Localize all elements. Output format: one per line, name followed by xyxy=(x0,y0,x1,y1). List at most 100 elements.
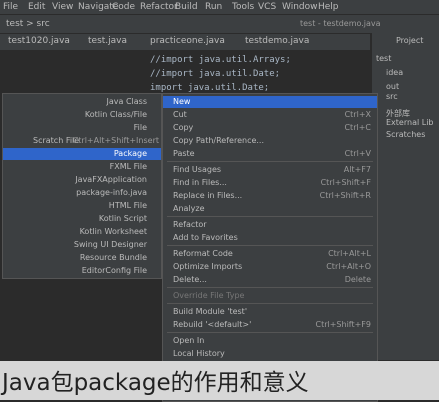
project-tree-item[interactable]: Scratches xyxy=(386,130,425,139)
code-line: //import java.util.Date; xyxy=(150,69,281,79)
context-menu-item[interactable]: Open In xyxy=(163,335,377,347)
menu-item-label: Kotlin Script xyxy=(98,214,147,223)
caption-banner: Java包package的作用和意义 xyxy=(0,361,439,400)
context-menu-item[interactable]: Refactor xyxy=(163,219,377,231)
context-menu: New Cut Ctrl+X Copy Ctrl+C Copy Path/Referenc… xyxy=(162,93,378,402)
menu-item-shortcut: Ctrl+Alt+O xyxy=(326,262,371,271)
menu-refactor[interactable]: Refactor xyxy=(140,2,178,12)
menu-window[interactable]: Window xyxy=(282,2,318,12)
new-submenu-item[interactable]: Swing UI Designer xyxy=(3,239,161,251)
context-menu-item[interactable]: New xyxy=(163,96,377,108)
menu-item-label: FXML File xyxy=(109,162,147,171)
menu-item-label: Refactor xyxy=(173,220,207,229)
menu-run[interactable]: Run xyxy=(205,2,222,12)
editor-tab[interactable]: test.java xyxy=(88,36,127,46)
context-menu-item[interactable]: Copy Ctrl+C xyxy=(163,122,377,134)
menu-vcs[interactable]: VCS xyxy=(258,2,276,12)
context-menu-item[interactable]: Cut Ctrl+X xyxy=(163,109,377,121)
menu-item-label: Swing UI Designer xyxy=(73,240,147,249)
context-menu-item[interactable]: Find Usages Alt+F7 xyxy=(163,164,377,176)
menu-separator xyxy=(167,303,373,304)
menu-item-label: Override File Type xyxy=(173,291,245,300)
new-submenu-item[interactable]: JavaFXApplication xyxy=(3,174,161,186)
menu-item-label: Kotlin Worksheet xyxy=(79,227,147,236)
menu-item-label: Open In xyxy=(173,336,205,345)
new-submenu-item[interactable]: Kotlin Class/File xyxy=(3,109,161,121)
context-menu-item[interactable]: Paste Ctrl+V xyxy=(163,148,377,160)
new-submenu-item[interactable]: Package xyxy=(3,148,161,160)
new-submenu: Java Class Kotlin Class/File File Scratch F… xyxy=(2,93,162,279)
context-menu-item[interactable]: Optimize Imports Ctrl+Alt+O xyxy=(163,261,377,273)
caption-text: Java包package的作用和意义 xyxy=(2,370,309,396)
context-menu-item[interactable]: Rebuild '<default>' Ctrl+Shift+F9 xyxy=(163,319,377,331)
new-submenu-item[interactable]: Scratch File Ctrl+Alt+Shift+Insert xyxy=(3,135,161,147)
menu-item-label: JavaFXApplication xyxy=(75,175,147,184)
context-menu-item[interactable]: Replace in Files... Ctrl+Shift+R xyxy=(163,190,377,202)
menu-help[interactable]: Help xyxy=(318,2,339,12)
new-submenu-item[interactable]: FXML File xyxy=(3,161,161,173)
menu-view[interactable]: View xyxy=(52,2,73,12)
menu-build[interactable]: Build xyxy=(175,2,198,12)
menu-item-shortcut: Ctrl+X xyxy=(344,110,371,119)
menu-item-label: Cut xyxy=(173,110,187,119)
menu-separator xyxy=(167,216,373,217)
new-submenu-item[interactable]: package-info.java xyxy=(3,187,161,199)
menu-item-label: Find Usages xyxy=(173,165,222,174)
project-panel: Project test idea out src 外部库 External Lib Scr… xyxy=(372,30,439,360)
breadcrumb-text: test > src xyxy=(6,19,50,29)
new-submenu-item[interactable]: Kotlin Script xyxy=(3,213,161,225)
project-tree-item[interactable]: idea xyxy=(386,68,403,77)
context-menu-item[interactable]: Override File Type xyxy=(163,290,377,302)
menu-separator xyxy=(167,287,373,288)
context-menu-item[interactable]: Reformat Code Ctrl+Alt+L xyxy=(163,248,377,260)
menu-bar: File Edit View Navigate Code Refactor Build Run… xyxy=(0,0,439,15)
menu-file[interactable]: File xyxy=(3,2,18,12)
menu-separator xyxy=(167,332,373,333)
new-submenu-item[interactable]: File xyxy=(3,122,161,134)
menu-item-shortcut: Ctrl+V xyxy=(344,149,371,158)
menu-edit[interactable]: Edit xyxy=(28,2,45,12)
new-submenu-item[interactable]: Java Class xyxy=(3,96,161,108)
context-menu-item[interactable]: Delete... Delete xyxy=(163,274,377,286)
project-tree-item[interactable]: External Lib xyxy=(386,118,434,127)
menu-item-label: Replace in Files... xyxy=(173,191,243,200)
project-tree-item[interactable]: out xyxy=(386,82,399,91)
context-menu-item[interactable]: Analyze xyxy=(163,203,377,215)
new-submenu-item[interactable]: Kotlin Worksheet xyxy=(3,226,161,238)
code-line: import java.util.Date; xyxy=(150,83,270,93)
menu-item-label: Java Class xyxy=(106,97,148,106)
context-menu-item[interactable]: Local History xyxy=(163,348,377,360)
project-tree-item[interactable]: src xyxy=(386,92,398,101)
menu-item-label: File xyxy=(133,123,147,132)
menu-item-label: HTML File xyxy=(108,201,147,210)
menu-item-label: New xyxy=(173,97,191,106)
new-submenu-item[interactable]: HTML File xyxy=(3,200,161,212)
project-panel-header: Project xyxy=(396,36,424,45)
editor-tab-bar: test1020.java test.java practiceone.java te… xyxy=(0,34,370,50)
menu-item-label: Build Module 'test' xyxy=(173,307,248,316)
context-menu-item[interactable]: Build Module 'test' xyxy=(163,306,377,318)
menu-item-shortcut: Ctrl+Alt+Shift+Insert xyxy=(72,136,159,145)
context-menu-item[interactable]: Find in Files... Ctrl+Shift+F xyxy=(163,177,377,189)
menu-item-label: Local History xyxy=(173,349,225,358)
editor-tab[interactable]: practiceone.java xyxy=(150,36,225,46)
context-menu-item[interactable]: Copy Path/Reference... xyxy=(163,135,377,147)
menu-item-label: EditorConfig File xyxy=(81,266,147,275)
context-menu-item[interactable]: Add to Favorites xyxy=(163,232,377,244)
editor-tab[interactable]: testdemo.java xyxy=(245,36,309,46)
menu-code[interactable]: Code xyxy=(112,2,135,12)
menu-item-label: Rebuild '<default>' xyxy=(173,320,252,329)
new-submenu-item[interactable]: Resource Bundle xyxy=(3,252,161,264)
new-submenu-item[interactable]: EditorConfig File xyxy=(3,265,161,277)
menu-tools[interactable]: Tools xyxy=(232,2,254,12)
project-tree-item[interactable]: test xyxy=(376,54,391,63)
editor-tab[interactable]: test1020.java xyxy=(8,36,70,46)
menu-item-label: Reformat Code xyxy=(173,249,233,258)
menu-item-shortcut: Ctrl+Alt+L xyxy=(328,249,371,258)
menu-item-shortcut: Ctrl+Shift+R xyxy=(319,191,371,200)
menu-item-shortcut: Ctrl+C xyxy=(344,123,371,132)
menu-item-label: Copy Path/Reference... xyxy=(173,136,265,145)
menu-item-label: Copy xyxy=(173,123,194,132)
menu-item-label: Analyze xyxy=(173,204,205,213)
menu-item-label: Find in Files... xyxy=(173,178,227,187)
